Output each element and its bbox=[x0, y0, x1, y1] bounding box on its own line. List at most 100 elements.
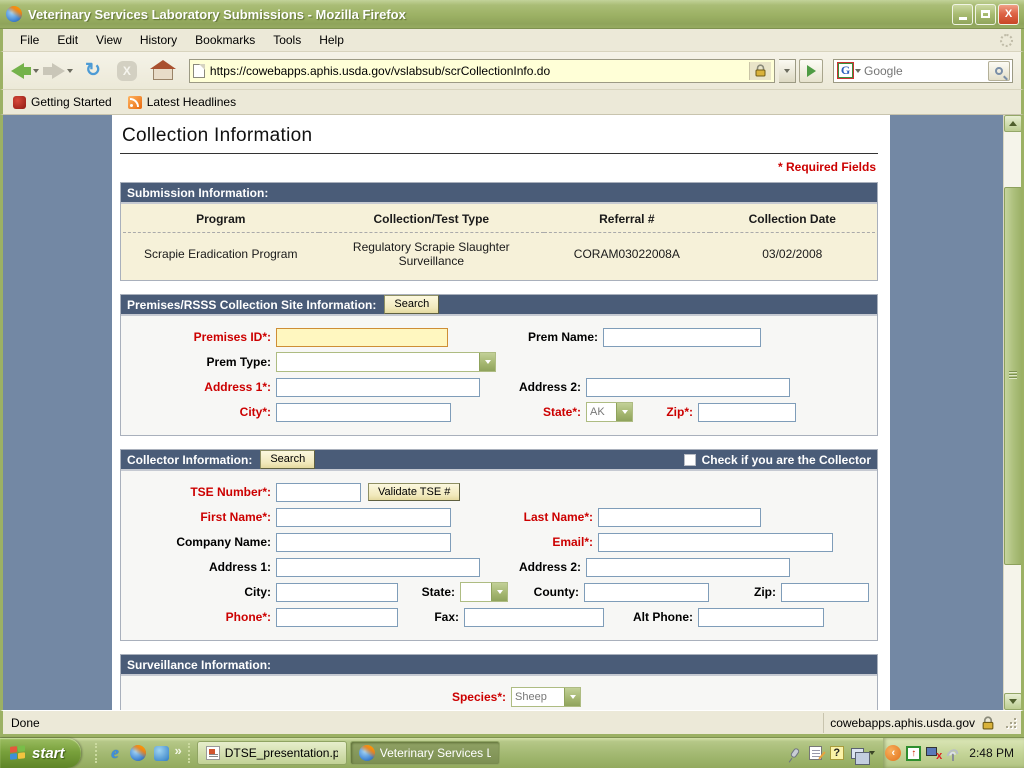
start-button[interactable]: start bbox=[0, 738, 81, 768]
reload-button[interactable]: ↻ bbox=[85, 61, 101, 80]
tray-collapse-chevron[interactable]: ‹ bbox=[885, 745, 901, 761]
search-input[interactable] bbox=[864, 64, 988, 78]
tse-number-input[interactable] bbox=[276, 483, 361, 502]
validate-tse-button[interactable]: Validate TSE # bbox=[368, 483, 460, 501]
collector-search-button[interactable]: Search bbox=[260, 450, 315, 468]
collector-address2-input[interactable] bbox=[586, 558, 790, 577]
maximize-button[interactable] bbox=[975, 4, 996, 25]
prem-name-input[interactable] bbox=[603, 328, 761, 347]
menu-edit[interactable]: Edit bbox=[48, 30, 87, 50]
journal-notes-icon[interactable] bbox=[807, 745, 824, 762]
minimize-button[interactable] bbox=[952, 4, 973, 25]
firefox-quicklaunch-icon[interactable] bbox=[130, 745, 147, 762]
url-bar[interactable]: https://cowebapps.aphis.usda.gov/vslabsu… bbox=[189, 59, 775, 83]
close-button[interactable]: X bbox=[998, 4, 1019, 25]
bookmark-latest-headlines[interactable]: Latest Headlines bbox=[128, 95, 236, 109]
stop-button[interactable]: X bbox=[117, 61, 137, 81]
species-select[interactable]: Sheep bbox=[511, 687, 581, 707]
status-domain: cowebapps.aphis.usda.gov bbox=[823, 713, 1001, 733]
browser-window: Veterinary Services Laboratory Submissio… bbox=[0, 0, 1024, 768]
premises-address2-input[interactable] bbox=[586, 378, 790, 397]
collector-zip-input[interactable] bbox=[781, 583, 869, 602]
title-bar: Veterinary Services Laboratory Submissio… bbox=[0, 0, 1024, 29]
required-fields-note: * Required Fields bbox=[120, 154, 878, 182]
county-input[interactable] bbox=[584, 583, 709, 602]
menu-bookmarks[interactable]: Bookmarks bbox=[186, 30, 264, 50]
fax-input[interactable] bbox=[464, 608, 604, 627]
scrollbar-thumb[interactable] bbox=[1004, 187, 1022, 565]
scroll-up-button[interactable] bbox=[1004, 115, 1022, 132]
back-history-dropdown[interactable] bbox=[33, 69, 39, 73]
search-engine-dropdown[interactable] bbox=[855, 69, 861, 73]
menu-view[interactable]: View bbox=[87, 30, 131, 50]
web-search-box[interactable]: G bbox=[833, 59, 1013, 83]
window-switcher-icon[interactable] bbox=[849, 745, 866, 762]
content-viewport: Collection Information * Required Fields… bbox=[0, 115, 1024, 710]
help-icon[interactable]: ? bbox=[828, 745, 845, 762]
home-button[interactable] bbox=[153, 61, 173, 80]
phone-label: Phone*: bbox=[121, 610, 276, 624]
forward-history-dropdown[interactable] bbox=[67, 69, 73, 73]
phone-input[interactable] bbox=[276, 608, 398, 627]
quick-launch-grip[interactable] bbox=[95, 743, 100, 763]
email-input[interactable] bbox=[598, 533, 833, 552]
google-engine-icon[interactable]: G bbox=[838, 63, 853, 78]
bookmark-getting-started[interactable]: Getting Started bbox=[13, 95, 112, 109]
chevron-down-icon bbox=[491, 583, 507, 601]
internet-explorer-icon[interactable]: e bbox=[107, 745, 124, 762]
collector-address1-label: Address 1: bbox=[121, 560, 276, 574]
submission-table: Program Collection/Test Type Referral # … bbox=[123, 208, 875, 272]
last-name-input[interactable] bbox=[598, 508, 761, 527]
alt-phone-label: Alt Phone: bbox=[604, 610, 698, 624]
menu-history[interactable]: History bbox=[131, 30, 186, 50]
microphone-icon[interactable] bbox=[786, 745, 803, 762]
navigation-toolbar: ↻ X https://cowebapps.aphis.usda.gov/vsl… bbox=[0, 52, 1024, 90]
menu-file[interactable]: File bbox=[11, 30, 48, 50]
company-name-input[interactable] bbox=[276, 533, 451, 552]
back-button[interactable] bbox=[11, 63, 31, 79]
premises-id-input[interactable] bbox=[276, 328, 448, 347]
status-bar: Done cowebapps.aphis.usda.gov bbox=[0, 710, 1024, 737]
first-name-label: First Name*: bbox=[121, 510, 276, 524]
window-title: Veterinary Services Laboratory Submissio… bbox=[28, 7, 950, 22]
search-go-button[interactable] bbox=[988, 61, 1010, 81]
page-title: Collection Information bbox=[120, 123, 878, 154]
premises-address1-input[interactable] bbox=[276, 378, 480, 397]
collector-state-select[interactable] bbox=[460, 582, 508, 602]
sound-muted-icon[interactable]: x bbox=[925, 746, 941, 760]
task-button-firefox[interactable]: Veterinary Services L... bbox=[350, 741, 500, 765]
scroll-down-button[interactable] bbox=[1004, 693, 1022, 710]
premises-city-input[interactable] bbox=[276, 403, 451, 422]
premises-zip-input[interactable] bbox=[698, 403, 796, 422]
forward-button[interactable] bbox=[43, 63, 65, 79]
resize-grip[interactable] bbox=[1005, 717, 1017, 729]
col-collection-test-type: Collection/Test Type bbox=[319, 208, 545, 233]
url-dropdown-button[interactable] bbox=[779, 59, 796, 83]
messenger-icon[interactable] bbox=[153, 745, 170, 762]
premises-search-button[interactable]: Search bbox=[384, 295, 439, 313]
chevron-down-icon bbox=[616, 403, 632, 421]
prem-type-select[interactable] bbox=[276, 352, 496, 372]
first-name-input[interactable] bbox=[276, 508, 451, 527]
collector-section: Collector Information: Search Check if y… bbox=[120, 449, 878, 641]
tray-upload-icon[interactable]: ↑ bbox=[906, 746, 921, 761]
menu-tools[interactable]: Tools bbox=[264, 30, 310, 50]
alt-phone-input[interactable] bbox=[698, 608, 824, 627]
is-collector-checkbox[interactable] bbox=[684, 454, 696, 466]
collector-address1-input[interactable] bbox=[276, 558, 480, 577]
collector-city-input[interactable] bbox=[276, 583, 398, 602]
task-button-ppt[interactable]: DTSE_presentation.ppt bbox=[197, 741, 347, 765]
url-text[interactable]: https://cowebapps.aphis.usda.gov/vslabsu… bbox=[210, 64, 749, 78]
taskband-grip[interactable] bbox=[188, 743, 193, 763]
premises-state-select[interactable]: AK bbox=[586, 402, 633, 422]
status-lock-icon bbox=[981, 716, 995, 730]
wireless-network-icon[interactable] bbox=[945, 746, 961, 761]
vertical-scrollbar[interactable] bbox=[1003, 115, 1021, 710]
powerpoint-icon bbox=[206, 746, 220, 760]
tse-number-label: TSE Number*: bbox=[121, 485, 276, 499]
go-button[interactable] bbox=[799, 59, 823, 83]
menu-help[interactable]: Help bbox=[310, 30, 353, 50]
premises-id-label: Premises ID*: bbox=[121, 330, 276, 344]
premises-state-label: State*: bbox=[451, 405, 586, 419]
quick-launch-overflow-chevron[interactable]: » bbox=[173, 743, 184, 758]
